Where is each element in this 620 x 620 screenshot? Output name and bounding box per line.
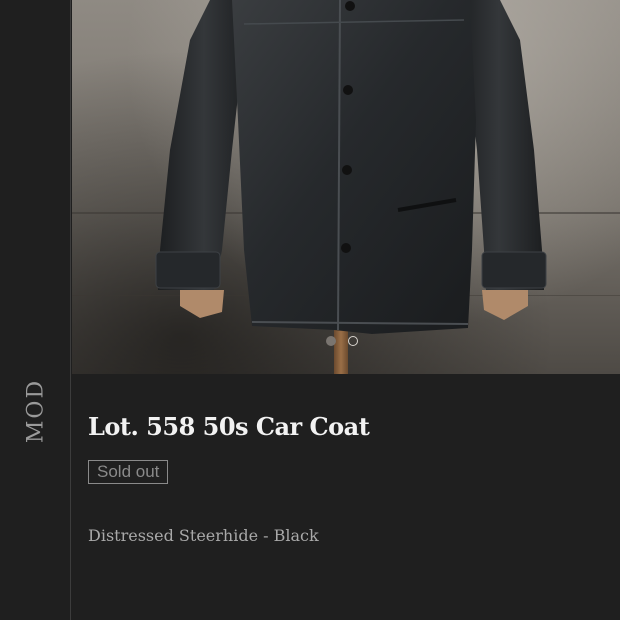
carousel-dot-2[interactable] [348,336,358,346]
product-info: Lot. 558 50s Car Coat Sold out Distresse… [72,374,620,620]
carousel-pagination [326,336,358,346]
product-description: Distressed Steerhide - Black [88,526,319,545]
brand-logo[interactable]: MOD [24,379,49,443]
product-title: Lot. 558 50s Car Coat [88,412,370,441]
sidebar: MOD [0,0,71,620]
product-image [155,0,547,334]
sold-out-badge: Sold out [88,460,169,484]
product-image-gallery[interactable] [72,0,620,374]
carousel-dot-1[interactable] [326,336,336,346]
